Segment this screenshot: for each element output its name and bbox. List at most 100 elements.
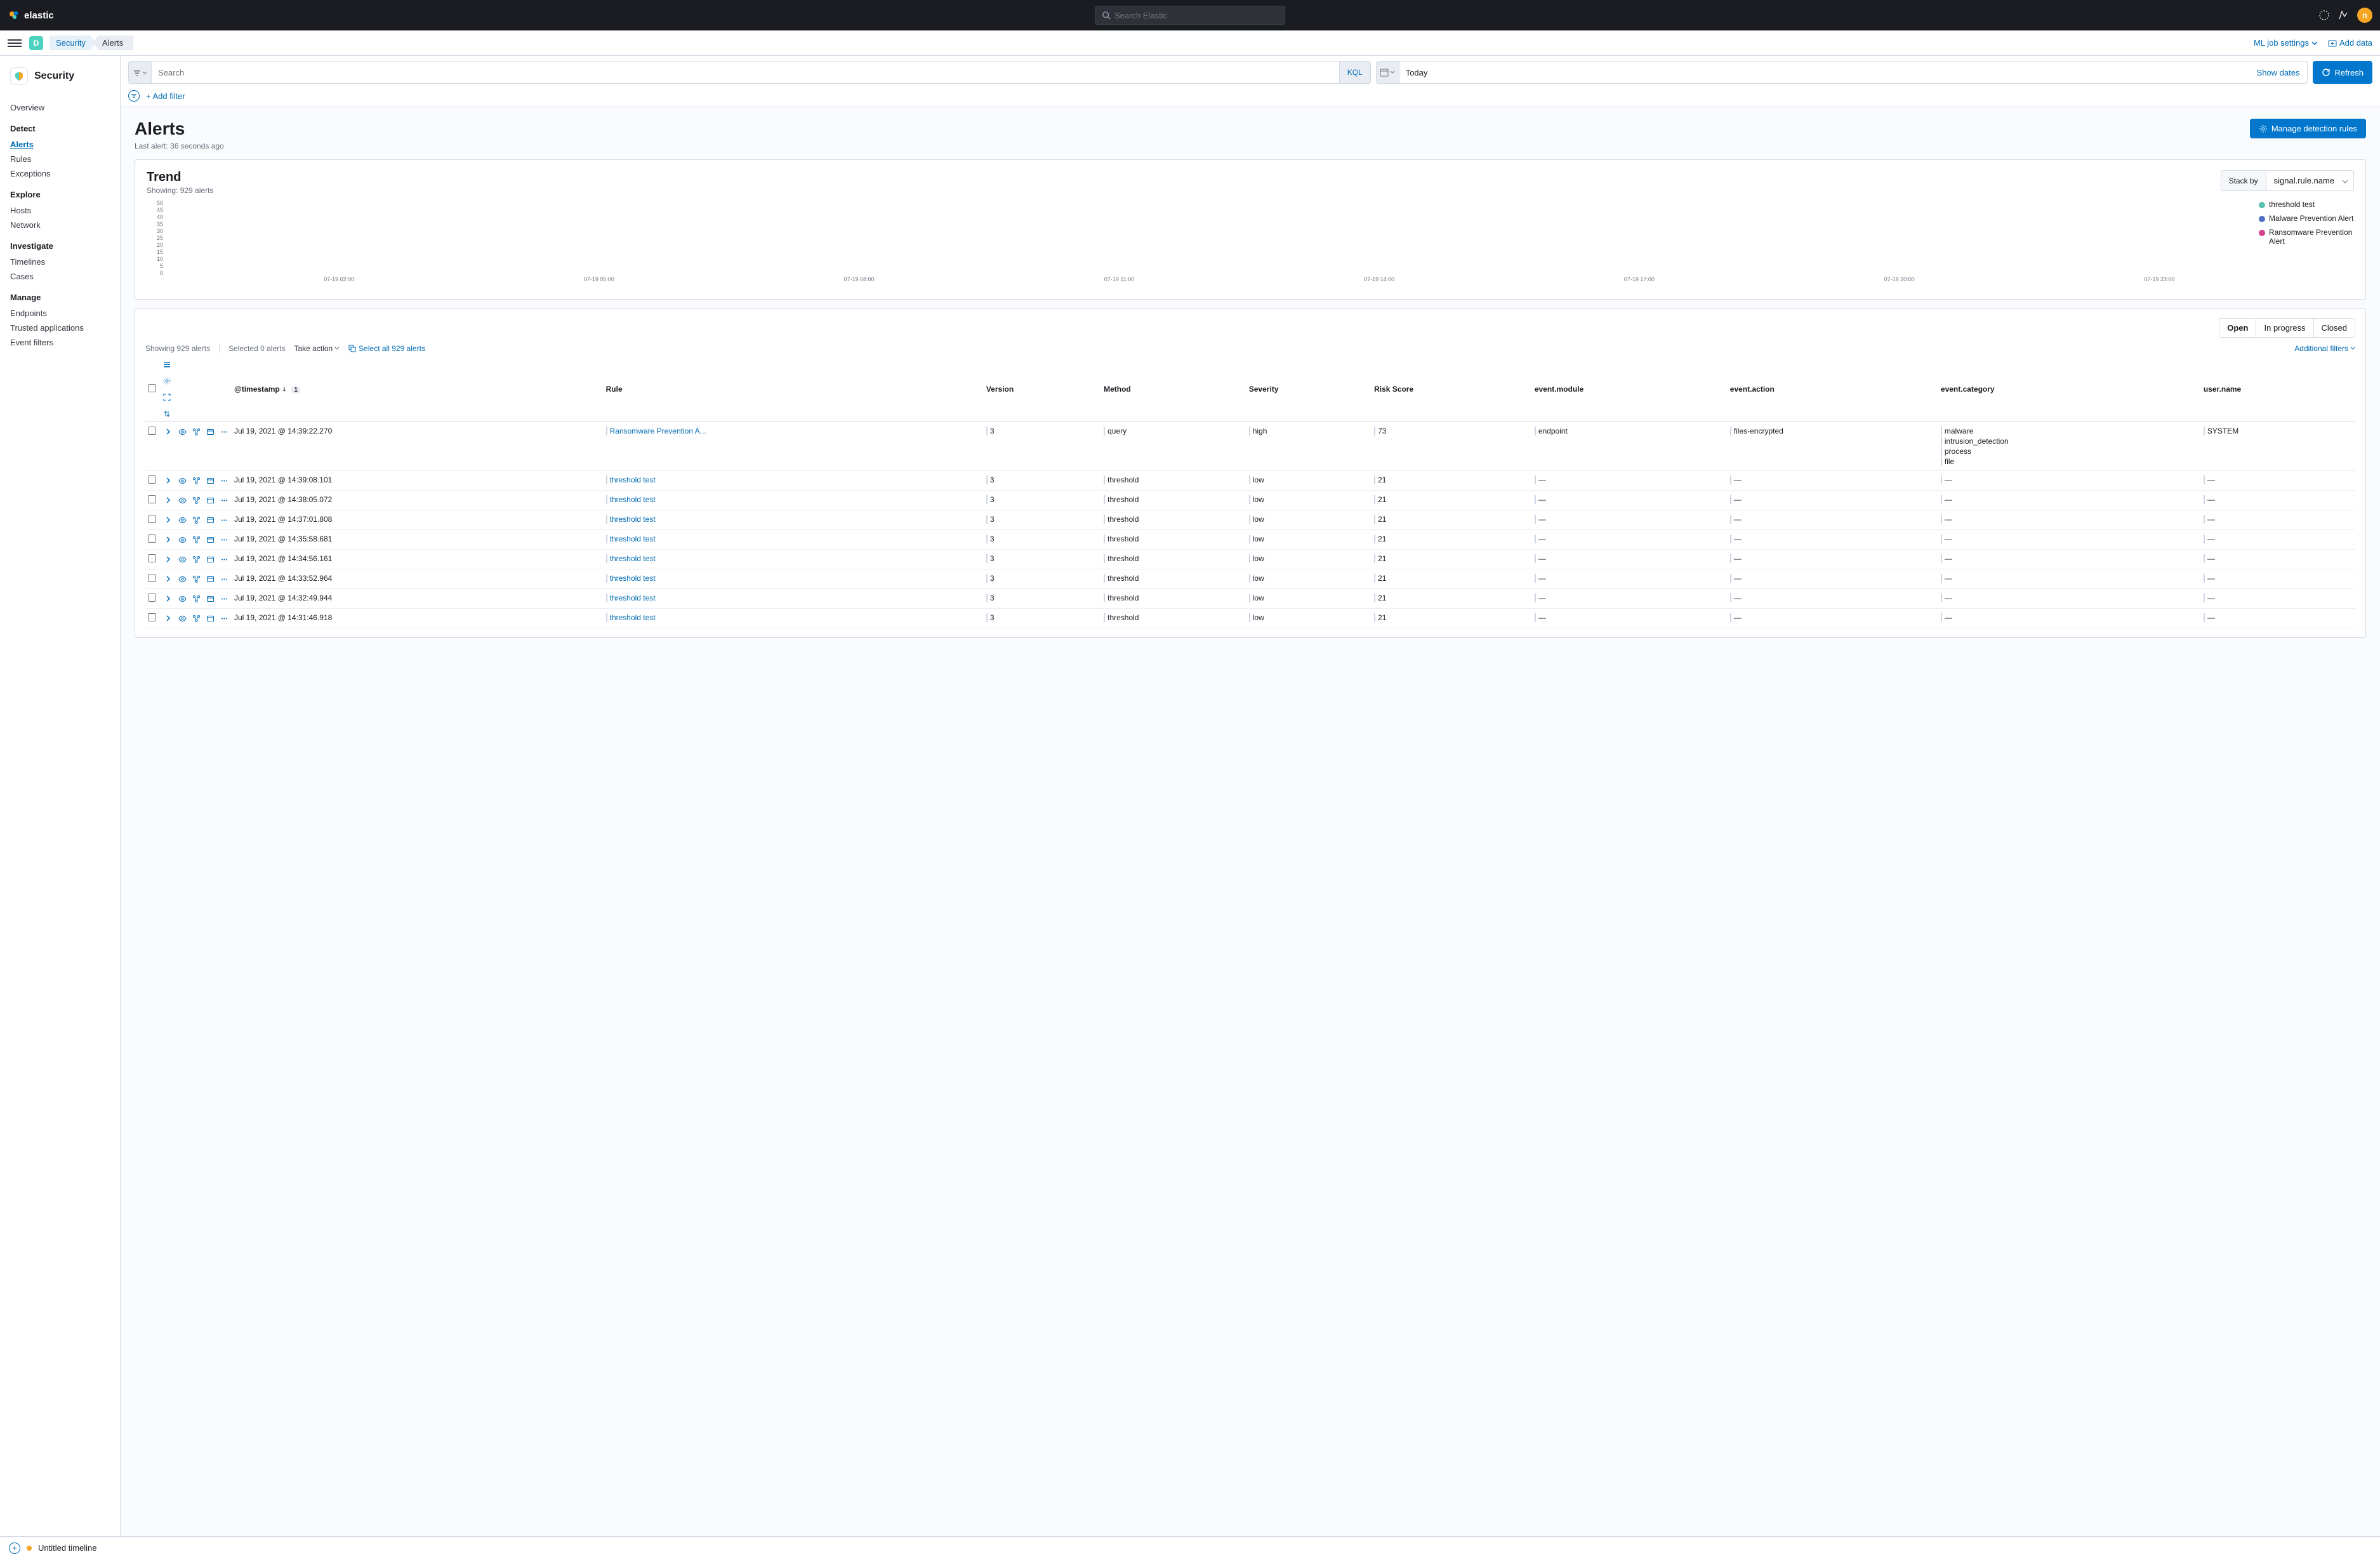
manage-rules-button[interactable]: Manage detection rules: [2250, 119, 2366, 138]
timeline-bar[interactable]: + Untitled timeline: [0, 1536, 2380, 1559]
cell-rule-link[interactable]: threshold test: [606, 613, 656, 622]
col-event-action[interactable]: event.action: [1728, 357, 1938, 422]
more-actions-icon[interactable]: [219, 534, 229, 545]
sidebar-item-trusted-apps[interactable]: Trusted applications: [10, 321, 110, 335]
status-tab-in-progress[interactable]: In progress: [2256, 319, 2313, 337]
row-checkbox[interactable]: [148, 594, 156, 602]
more-actions-icon[interactable]: [219, 554, 229, 564]
timeline-icon[interactable]: [205, 515, 215, 525]
cell-rule-link[interactable]: threshold test: [606, 475, 656, 484]
view-details-icon[interactable]: [177, 574, 187, 584]
row-checkbox[interactable]: [148, 554, 156, 562]
date-range-text[interactable]: Today: [1399, 62, 2249, 83]
help-icon[interactable]: [2319, 10, 2329, 20]
more-actions-icon[interactable]: [219, 515, 229, 525]
timeline-icon[interactable]: [205, 495, 215, 505]
timeline-icon[interactable]: [205, 574, 215, 584]
legend-item[interactable]: Malware Prevention Alert: [2259, 214, 2354, 223]
filter-menu-icon[interactable]: [128, 90, 140, 102]
sidebar-item-alerts[interactable]: Alerts: [10, 137, 110, 152]
expand-row-icon[interactable]: [163, 495, 173, 505]
view-details-icon[interactable]: [177, 475, 187, 486]
cell-rule-link[interactable]: threshold test: [606, 534, 656, 543]
analyze-icon[interactable]: [191, 515, 201, 525]
analyze-icon[interactable]: [191, 495, 201, 505]
timeline-icon[interactable]: [205, 613, 215, 623]
timeline-icon[interactable]: [205, 475, 215, 486]
view-details-icon[interactable]: [177, 594, 187, 604]
news-icon[interactable]: [2338, 10, 2348, 20]
cell-rule-link[interactable]: threshold test: [606, 515, 656, 524]
col-user-name[interactable]: user.name: [2201, 357, 2355, 422]
col-version[interactable]: Version: [984, 357, 1101, 422]
ml-job-settings-button[interactable]: ML job settings: [2254, 38, 2318, 48]
row-checkbox[interactable]: [148, 613, 156, 621]
expand-row-icon[interactable]: [163, 554, 173, 564]
expand-row-icon[interactable]: [163, 534, 173, 545]
more-actions-icon[interactable]: [219, 613, 229, 623]
sidebar-item-hosts[interactable]: Hosts: [10, 203, 110, 218]
expand-row-icon[interactable]: [163, 613, 173, 623]
view-details-icon[interactable]: [177, 534, 187, 545]
sort-icon[interactable]: [163, 410, 229, 418]
add-timeline-icon[interactable]: +: [9, 1542, 20, 1554]
kql-search-input[interactable]: [152, 62, 1339, 83]
date-picker[interactable]: Today Show dates: [1376, 61, 2308, 84]
expand-row-icon[interactable]: [163, 475, 173, 486]
search-options-toggle[interactable]: [129, 62, 152, 84]
expand-row-icon[interactable]: [163, 594, 173, 604]
view-details-icon[interactable]: [177, 613, 187, 623]
take-action-button[interactable]: Take action: [294, 344, 340, 353]
sidebar-item-exceptions[interactable]: Exceptions: [10, 166, 110, 181]
sidebar-item-timelines[interactable]: Timelines: [10, 255, 110, 269]
col-event-module[interactable]: event.module: [1532, 357, 1728, 422]
user-avatar[interactable]: n: [2357, 8, 2372, 23]
expand-row-icon[interactable]: [163, 574, 173, 584]
analyze-icon[interactable]: [191, 534, 201, 545]
sidebar-item-overview[interactable]: Overview: [10, 100, 110, 115]
show-dates-link[interactable]: Show dates: [2249, 62, 2308, 83]
stack-by-select[interactable]: Stack by signal.rule.name: [2221, 170, 2354, 191]
cell-rule-link[interactable]: threshold test: [606, 574, 656, 583]
view-details-icon[interactable]: [177, 554, 187, 564]
refresh-button[interactable]: Refresh: [2313, 61, 2372, 84]
space-selector[interactable]: D: [29, 36, 43, 50]
date-quick-toggle[interactable]: [1377, 62, 1399, 83]
timeline-icon[interactable]: [205, 594, 215, 604]
expand-row-icon[interactable]: [163, 515, 173, 525]
timeline-icon[interactable]: [205, 427, 215, 437]
global-search-input[interactable]: [1114, 11, 1278, 20]
global-search[interactable]: [1095, 6, 1285, 25]
analyze-icon[interactable]: [191, 475, 201, 486]
analyze-icon[interactable]: [191, 427, 201, 437]
timeline-icon[interactable]: [205, 554, 215, 564]
status-tab-open[interactable]: Open: [2219, 319, 2256, 337]
breadcrumb-security[interactable]: Security: [50, 36, 96, 50]
analyze-icon[interactable]: [191, 574, 201, 584]
timeline-title[interactable]: Untitled timeline: [38, 1543, 97, 1553]
more-actions-icon[interactable]: [219, 475, 229, 486]
select-all-checkbox[interactable]: [148, 384, 156, 392]
row-checkbox[interactable]: [148, 534, 156, 543]
legend-item[interactable]: threshold test: [2259, 200, 2354, 209]
view-details-icon[interactable]: [177, 515, 187, 525]
additional-filters-link[interactable]: Additional filters: [2294, 344, 2355, 353]
sidebar-item-network[interactable]: Network: [10, 218, 110, 232]
more-actions-icon[interactable]: [219, 427, 229, 437]
cell-rule-link[interactable]: threshold test: [606, 594, 656, 602]
view-details-icon[interactable]: [177, 495, 187, 505]
more-actions-icon[interactable]: [219, 495, 229, 505]
columns-icon[interactable]: [163, 361, 229, 368]
view-details-icon[interactable]: [177, 427, 187, 437]
kql-toggle[interactable]: KQL: [1339, 62, 1370, 83]
add-filter-link[interactable]: + Add filter: [146, 91, 185, 101]
sidebar-item-cases[interactable]: Cases: [10, 269, 110, 284]
col-timestamp[interactable]: @timestamp 1: [232, 357, 604, 422]
nav-toggle-icon[interactable]: [8, 39, 22, 47]
row-checkbox[interactable]: [148, 574, 156, 582]
status-tab-closed[interactable]: Closed: [2314, 319, 2355, 337]
sidebar-item-endpoints[interactable]: Endpoints: [10, 306, 110, 321]
row-checkbox[interactable]: [148, 427, 156, 435]
cell-rule-link[interactable]: threshold test: [606, 495, 656, 504]
timeline-icon[interactable]: [205, 534, 215, 545]
